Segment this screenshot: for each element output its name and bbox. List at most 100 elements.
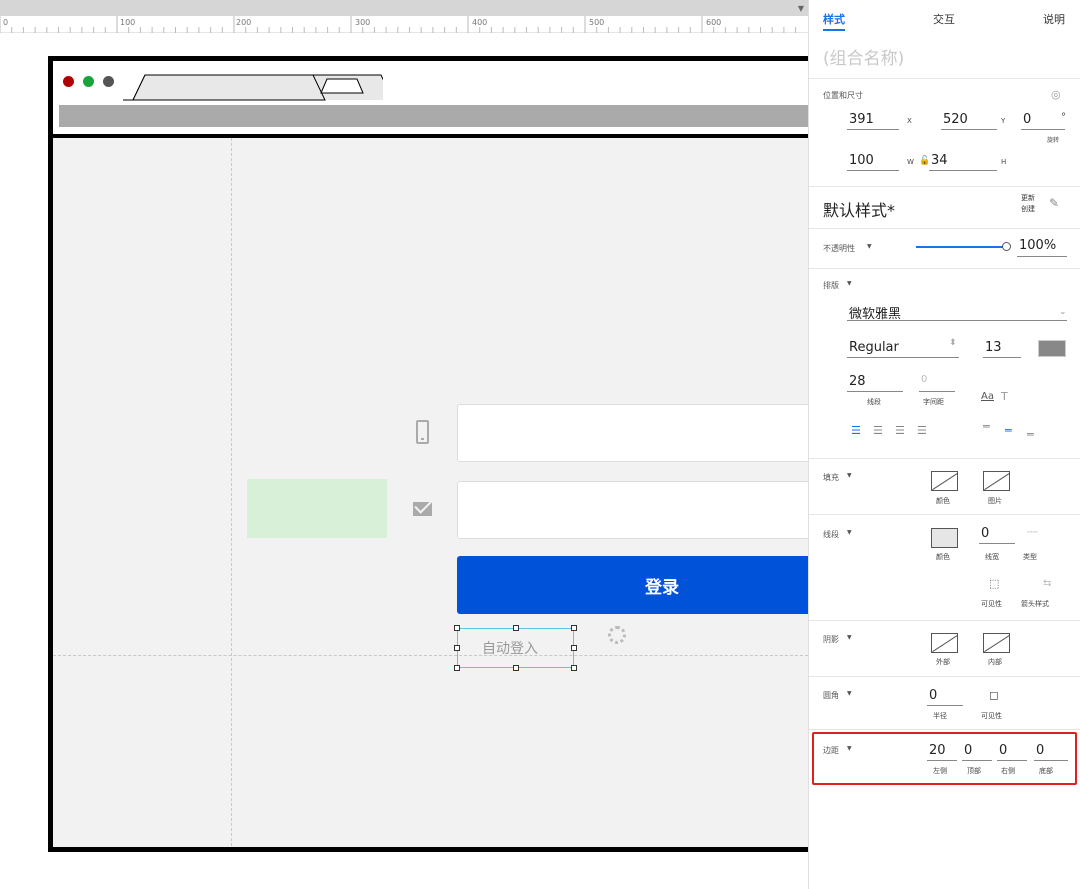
lock-icon[interactable]: 🔓 <box>919 156 930 166</box>
text-case-icon[interactable]: Aa <box>981 391 994 402</box>
fill-image-icon[interactable] <box>983 471 1010 491</box>
x-value[interactable]: 391 <box>849 112 874 127</box>
ruler-label-600: 600 <box>706 18 722 27</box>
align-left-icon[interactable]: ☰ <box>851 424 861 437</box>
stroke-type-icon[interactable]: ┈┈ <box>1027 528 1038 538</box>
divider <box>809 729 1080 730</box>
shadow-dropdown-icon[interactable]: ▼ <box>847 634 852 641</box>
loading-spinner-icon <box>608 626 626 644</box>
corner-visibility-icon[interactable]: ◻ <box>989 688 999 702</box>
resize-handle-tm[interactable] <box>513 625 519 631</box>
arrow-style-label: 箭头样式 <box>1021 600 1049 608</box>
update-style-link[interactable]: 更新 <box>1021 193 1035 203</box>
stroke-dropdown-icon[interactable]: ▼ <box>847 529 852 536</box>
stroke-visibility-icon[interactable]: ⬚ <box>989 577 999 590</box>
w-underline <box>847 170 899 171</box>
corner-label: 圆角 <box>823 691 839 700</box>
group-name-field[interactable]: (组合名称) <box>823 44 904 69</box>
font-family-underline <box>847 320 1067 321</box>
valign-top-icon[interactable]: ═ <box>983 420 990 433</box>
ruler-dropdown-icon[interactable]: ▼ <box>798 4 804 13</box>
y-value[interactable]: 520 <box>943 112 968 127</box>
letter-spacing-value[interactable]: 0 <box>921 374 927 385</box>
close-dot-icon <box>63 76 74 87</box>
green-placeholder-box[interactable] <box>247 479 387 538</box>
rotation-label: 旋转 <box>1047 137 1060 144</box>
x-underline <box>847 129 899 130</box>
code-input[interactable] <box>457 481 808 539</box>
resize-handle-tr[interactable] <box>571 625 577 631</box>
resize-handle-bl[interactable] <box>454 665 460 671</box>
valign-bottom-icon[interactable]: ═ <box>1027 428 1034 441</box>
ruler-label-400: 400 <box>472 18 488 27</box>
new-tab-icon <box>320 78 364 94</box>
font-size-value[interactable]: 13 <box>985 340 1002 355</box>
auto-login-label-selected[interactable]: 自动登入 <box>457 628 574 668</box>
opacity-label: 不透明性 <box>823 244 855 253</box>
shadow-inner-icon[interactable] <box>983 633 1010 653</box>
ruler-label-500: 500 <box>589 18 605 27</box>
divider <box>809 268 1080 269</box>
corner-radius-label: 半径 <box>933 712 947 720</box>
opacity-value[interactable]: 100% <box>1019 238 1056 253</box>
opacity-slider-track[interactable] <box>916 246 1006 248</box>
fill-label: 填充 <box>823 473 839 482</box>
resize-handle-bm[interactable] <box>513 665 519 671</box>
fill-color-icon[interactable] <box>931 471 958 491</box>
rotation-value[interactable]: 0 <box>1023 112 1031 127</box>
align-justify-icon[interactable]: ☰ <box>917 424 927 437</box>
w-value[interactable]: 100 <box>849 153 874 168</box>
resize-handle-mr[interactable] <box>571 645 577 651</box>
letter-spacing-underline <box>919 391 955 392</box>
align-right-icon[interactable]: ☰ <box>895 424 905 437</box>
valign-middle-icon[interactable]: ═ <box>1005 424 1012 437</box>
typography-dropdown-icon[interactable]: ▼ <box>847 280 852 287</box>
stroke-visibility-label: 可见性 <box>981 600 1002 608</box>
line-height-value[interactable]: 28 <box>849 374 866 389</box>
stroke-width-value[interactable]: 0 <box>981 526 989 541</box>
phone-input[interactable] <box>457 404 808 462</box>
corner-dropdown-icon[interactable]: ▼ <box>847 690 852 697</box>
resize-handle-br[interactable] <box>571 665 577 671</box>
x-label: X <box>907 117 912 125</box>
create-style-link[interactable]: 创建 <box>1021 204 1035 214</box>
arrow-style-icon[interactable]: ⇆ <box>1043 578 1051 589</box>
fill-image-label: 图片 <box>988 497 1002 505</box>
font-weight-value[interactable]: Regular <box>849 340 899 355</box>
stroke-color-icon[interactable] <box>931 528 958 548</box>
font-weight-stepper-icon[interactable]: ⬍ <box>949 338 957 348</box>
font-color-swatch[interactable] <box>1038 340 1066 357</box>
text-shadow-icon[interactable]: T <box>1001 390 1008 403</box>
address-bar <box>59 105 808 127</box>
ruler-bar <box>0 0 808 16</box>
typography-label: 排版 <box>823 281 839 290</box>
font-family-chevron-icon[interactable]: ⌄ <box>1059 307 1067 317</box>
fill-dropdown-icon[interactable]: ▼ <box>847 472 852 479</box>
tab-style[interactable]: 样式 <box>823 11 845 27</box>
stroke-width-label: 线宽 <box>985 553 999 561</box>
align-center-icon[interactable]: ☰ <box>873 424 883 437</box>
shadow-outer-icon[interactable] <box>931 633 958 653</box>
style-edit-icon[interactable]: ✎ <box>1049 196 1059 210</box>
ruler-label-200: 200 <box>236 18 252 27</box>
resize-handle-ml[interactable] <box>454 645 460 651</box>
h-value[interactable]: 34 <box>931 153 948 168</box>
resize-handle-tl[interactable] <box>454 625 460 631</box>
opacity-slider-knob[interactable] <box>1002 242 1011 251</box>
tab-notes[interactable]: 说明 <box>1043 11 1065 27</box>
opacity-dropdown-icon[interactable]: ▼ <box>867 243 872 250</box>
divider <box>809 228 1080 229</box>
eye-icon[interactable]: ◎ <box>1051 88 1061 101</box>
shadow-label: 阴影 <box>823 635 839 644</box>
login-button[interactable]: 登录 <box>457 556 808 614</box>
tab-interaction[interactable]: 交互 <box>933 11 955 27</box>
shadow-inner-label: 内部 <box>988 658 1002 666</box>
divider <box>809 676 1080 677</box>
mail-icon <box>413 502 432 516</box>
padding-highlight-box <box>812 732 1077 785</box>
horizontal-ruler: 0 100 200 300 400 500 600 ▼ <box>0 0 808 33</box>
corner-radius-value[interactable]: 0 <box>929 688 937 703</box>
design-canvas[interactable]: 0 100 200 300 400 500 600 ▼ 登录 自动登入 <box>0 0 808 889</box>
divider <box>809 620 1080 621</box>
divider <box>809 458 1080 459</box>
